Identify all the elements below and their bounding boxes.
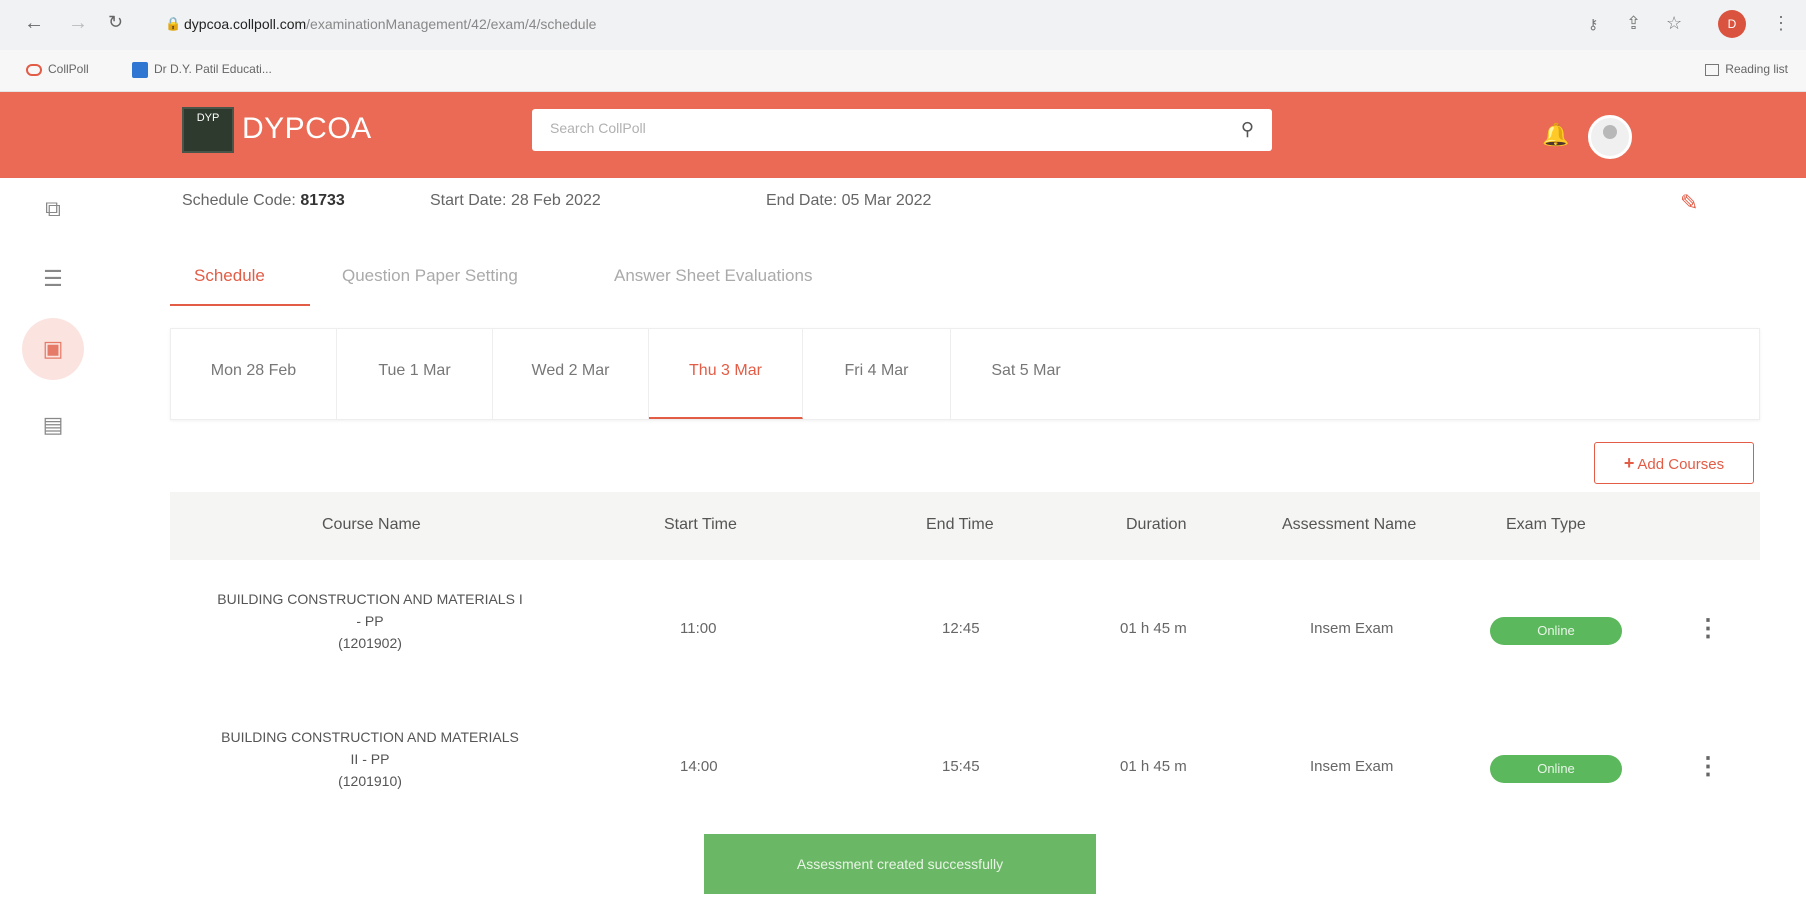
monitor-icon: ⧉: [45, 196, 61, 221]
course-name-line: II - PP: [350, 751, 390, 767]
search-bar: ⚲: [532, 109, 1272, 151]
sidebar-item-list[interactable]: ☰: [34, 260, 72, 298]
row-menu-icon[interactable]: ⋮: [1696, 752, 1720, 781]
bookmark-label: CollPoll: [48, 62, 89, 76]
sidebar-item-schedule[interactable]: ▣: [22, 318, 84, 380]
tab-schedule[interactable]: Schedule: [194, 266, 265, 286]
column-header[interactable]: Course Name: [322, 516, 421, 534]
calendar-icon: ▣: [42, 336, 64, 361]
lock-icon: 🔒: [165, 16, 182, 31]
assessment-name: Insem Exam: [1310, 620, 1394, 637]
end-time: 15:45: [942, 758, 980, 775]
forward-icon[interactable]: →: [68, 12, 88, 35]
start-time: 11:00: [680, 620, 717, 637]
schedule-code-label: Schedule Code:: [182, 192, 296, 209]
kebab-menu-icon[interactable]: ⋮: [1772, 13, 1790, 34]
end-time: 12:45: [942, 620, 980, 637]
duration: 01 h 45 m: [1120, 758, 1187, 775]
schedule-code: Schedule Code: 81733: [182, 192, 345, 210]
table-row: BUILDING CONSTRUCTION AND MATERIALS II -…: [170, 706, 1760, 836]
day-tab-wed[interactable]: Wed 2 Mar: [493, 329, 649, 419]
course-name-line: - PP: [356, 613, 384, 629]
key-icon[interactable]: ⚷: [1588, 16, 1598, 33]
table-header: Course Name Start Time End Time Duration…: [170, 492, 1760, 560]
document-icon: ▤: [42, 412, 64, 437]
profile-avatar[interactable]: D: [1718, 10, 1746, 38]
column-header[interactable]: Assessment Name: [1282, 516, 1416, 534]
reload-icon[interactable]: ↻: [108, 12, 123, 33]
s-icon: [132, 62, 148, 78]
end-date: End Date: 05 Mar 2022: [766, 192, 931, 210]
column-header[interactable]: Duration: [1126, 516, 1186, 534]
day-tab-thu[interactable]: Thu 3 Mar: [649, 329, 803, 419]
bookmarks-bar: CollPoll Dr D.Y. Patil Educati... Readin…: [0, 50, 1806, 92]
end-date-label: End Date:: [766, 192, 838, 209]
reading-list-icon: [1705, 63, 1720, 76]
browser-toolbar: ← → ↻ 🔒 dypcoa.collpoll.com/examinationM…: [0, 0, 1806, 50]
exam-type-badge: Online: [1490, 617, 1622, 645]
day-tab-tue[interactable]: Tue 1 Mar: [337, 329, 493, 419]
tab-active-indicator: [170, 304, 310, 306]
course-name: BUILDING CONSTRUCTION AND MATERIALS II -…: [170, 726, 570, 792]
star-icon[interactable]: ☆: [1666, 13, 1682, 34]
start-time: 14:00: [680, 758, 718, 775]
course-name: BUILDING CONSTRUCTION AND MATERIALS I - …: [170, 588, 570, 654]
assessment-name: Insem Exam: [1310, 758, 1394, 775]
sidebar: ⧉ ☰ ▣ ▤: [0, 178, 110, 910]
row-menu-icon[interactable]: ⋮: [1696, 614, 1720, 643]
list-icon: ☰: [43, 266, 63, 291]
start-date-value: 28 Feb 2022: [510, 192, 601, 209]
column-header[interactable]: End Time: [926, 516, 994, 534]
search-input[interactable]: [550, 120, 1200, 136]
schedule-code-value: 81733: [300, 192, 345, 209]
tab-answer-sheet-evaluations[interactable]: Answer Sheet Evaluations: [614, 266, 812, 286]
search-icon[interactable]: ⚲: [1241, 119, 1254, 140]
reading-list-label: Reading list: [1725, 62, 1788, 76]
column-header[interactable]: Start Time: [664, 516, 737, 534]
course-name-line: BUILDING CONSTRUCTION AND MATERIALS: [221, 729, 519, 745]
address-bar[interactable]: dypcoa.collpoll.com/examinationManagemen…: [184, 16, 596, 32]
share-icon[interactable]: ⇪: [1626, 13, 1641, 34]
url-domain: dypcoa.collpoll.com: [184, 16, 307, 32]
success-toast: Assessment created successfully: [704, 834, 1096, 894]
course-name-line: BUILDING CONSTRUCTION AND MATERIALS I: [217, 591, 523, 607]
logo-text: DYP: [196, 112, 220, 124]
avatar[interactable]: [1588, 115, 1632, 159]
back-icon[interactable]: ←: [24, 12, 44, 35]
day-selector: Mon 28 Feb Tue 1 Mar Wed 2 Mar Thu 3 Mar…: [170, 328, 1760, 420]
tab-question-paper-setting[interactable]: Question Paper Setting: [342, 266, 518, 286]
column-header[interactable]: Exam Type: [1506, 516, 1586, 534]
bell-icon[interactable]: 🔔: [1542, 122, 1569, 148]
url-path: /examinationManagement/42/exam/4/schedul…: [306, 16, 597, 32]
start-date-label: Start Date:: [430, 192, 507, 209]
bookmark-label: Dr D.Y. Patil Educati...: [154, 62, 272, 77]
day-tab-mon[interactable]: Mon 28 Feb: [171, 329, 337, 419]
logo[interactable]: DYP: [182, 107, 234, 153]
day-tab-sat[interactable]: Sat 5 Mar: [951, 329, 1101, 419]
add-courses-label: Add Courses: [1637, 456, 1725, 473]
duration: 01 h 45 m: [1120, 620, 1187, 637]
exam-type-badge: Online: [1490, 755, 1622, 783]
start-date: Start Date: 28 Feb 2022: [430, 192, 601, 210]
reading-list-button[interactable]: Reading list: [1705, 62, 1788, 76]
bookmark-collpoll[interactable]: CollPoll: [26, 62, 89, 76]
plus-icon: +: [1623, 453, 1635, 473]
bookmark-dypatil[interactable]: Dr D.Y. Patil Educati...: [132, 62, 272, 78]
sidebar-item-dashboard[interactable]: ⧉: [34, 190, 72, 228]
brand-name: DYPCOA: [242, 112, 372, 145]
add-courses-button[interactable]: + Add Courses: [1594, 442, 1754, 484]
heart-icon: [26, 63, 42, 76]
sidebar-item-document[interactable]: ▤: [34, 406, 72, 444]
course-code: (1201902): [338, 635, 402, 651]
table-row: BUILDING CONSTRUCTION AND MATERIALS I - …: [170, 568, 1760, 698]
edit-icon[interactable]: ✎: [1680, 190, 1698, 216]
day-tab-fri[interactable]: Fri 4 Mar: [803, 329, 951, 419]
course-code: (1201910): [338, 773, 402, 789]
end-date-value: 05 Mar 2022: [841, 192, 932, 209]
